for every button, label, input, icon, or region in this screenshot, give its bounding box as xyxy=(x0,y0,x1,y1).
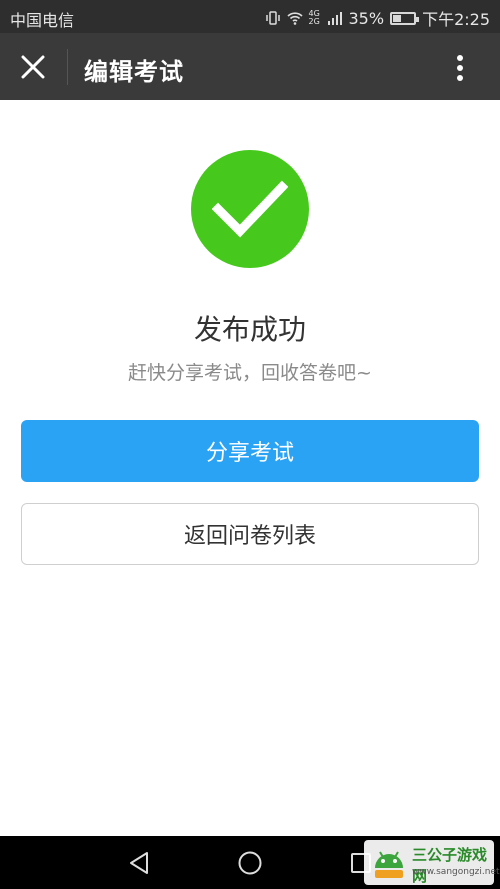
back-triangle-icon xyxy=(130,852,148,874)
success-badge xyxy=(191,150,309,268)
home-circle-icon xyxy=(238,851,262,875)
watermark-name: 三公子游戏网 xyxy=(412,846,488,885)
clock: 下午2:25 xyxy=(422,10,490,29)
battery-fill xyxy=(393,14,401,22)
wifi-icon xyxy=(286,12,303,25)
more-menu-button[interactable] xyxy=(440,48,480,88)
status-bar: 中国电信 4G 2G 35% 下午2:25 xyxy=(0,0,500,33)
more-vertical-icon xyxy=(457,55,463,81)
back-to-list-button[interactable]: 返回问卷列表 xyxy=(21,503,479,565)
site-watermark: 三公子游戏网 www.sangongzi.net xyxy=(364,840,500,885)
header-divider xyxy=(67,49,68,85)
android-logo-icon xyxy=(375,851,403,878)
close-icon xyxy=(21,55,45,79)
top-app-bar: 编辑考试 xyxy=(0,33,500,100)
home-nav-button[interactable] xyxy=(233,846,267,880)
battery-icon xyxy=(390,11,420,25)
close-button[interactable] xyxy=(14,49,52,85)
carrier-label: 中国电信 xyxy=(10,11,75,30)
success-headline: 发布成功 xyxy=(193,313,306,346)
share-exam-button[interactable]: 分享考试 xyxy=(21,420,479,482)
back-nav-button[interactable] xyxy=(122,846,156,880)
network-type: 4G 2G xyxy=(308,9,320,26)
vibrate-icon xyxy=(265,11,280,25)
status-icons: 4G 2G 35% 下午2:25 xyxy=(265,6,490,30)
signal-icon xyxy=(327,12,342,25)
battery-percent: 35% xyxy=(348,8,385,28)
watermark-url: www.sangongzi.net xyxy=(412,867,500,877)
success-subtitle: 赶快分享考试，回收答卷吧~ xyxy=(128,362,372,384)
checkmark-icon xyxy=(212,180,288,238)
page-title: 编辑考试 xyxy=(84,58,184,86)
